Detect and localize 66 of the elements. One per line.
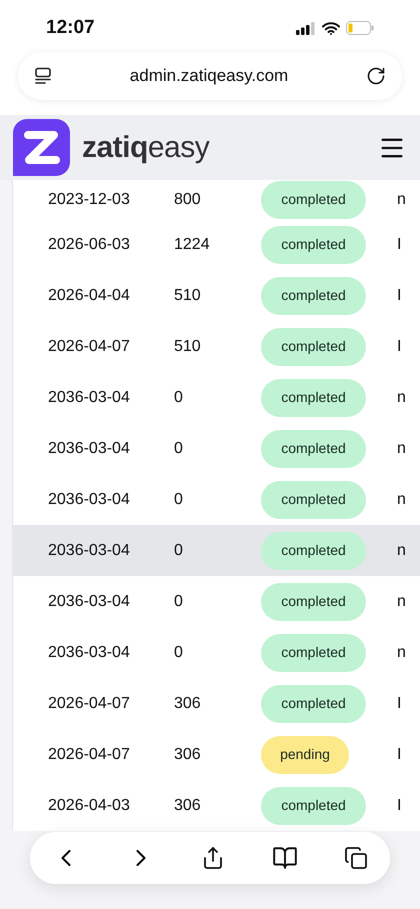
table-cell-text: 306 <box>174 744 202 764</box>
table-cell-text: n <box>397 592 406 612</box>
table-cell-text: 2036-03-04 <box>47 438 131 458</box>
table-cell-text: I <box>397 744 402 764</box>
table-cell-text: n <box>397 540 406 560</box>
table-cell-text: 2026-04-07 <box>47 336 131 356</box>
table-cell-text: 2026-06-03 <box>47 234 131 254</box>
table-cell-text: 0 <box>174 540 184 560</box>
table-cell-text: n <box>397 190 406 210</box>
table-cell-text: n <box>397 490 406 510</box>
table-cell-text: I <box>397 336 402 356</box>
status-badge: completed <box>261 378 366 416</box>
status-badge: completed <box>261 180 366 218</box>
table-cell-text: n <box>397 642 406 662</box>
status-badge: completed <box>261 786 366 824</box>
status-badge: completed <box>261 480 366 518</box>
table-cell-text: 0 <box>174 438 184 458</box>
battery-icon <box>346 21 374 35</box>
table-cell-text: n <box>397 438 406 458</box>
table-cell-text: 2026-04-07 <box>47 694 131 714</box>
table-cell-text: 2036-03-04 <box>47 592 131 612</box>
bookmarks-icon[interactable] <box>272 845 298 871</box>
status-badge: completed <box>261 276 366 314</box>
table-cell-text: 510 <box>174 286 202 306</box>
table-cell-text: I <box>397 234 402 254</box>
table-cell-text: n <box>397 388 406 408</box>
reload-icon[interactable] <box>366 66 386 86</box>
table-cell-text: 306 <box>174 694 202 714</box>
table-cell-text: 2023-12-03 <box>47 190 131 210</box>
table-cell-text: 510 <box>174 336 202 356</box>
table-cell-text: 2026-04-04 <box>47 286 131 306</box>
wifi-icon <box>322 22 340 34</box>
table-cell-text: I <box>397 286 402 306</box>
address-bar[interactable]: admin.zatiqeasy.com <box>18 52 402 100</box>
reader-icon[interactable] <box>34 67 52 85</box>
logo-icon <box>13 119 70 176</box>
status-badge: pending <box>261 736 349 774</box>
status-badge: completed <box>261 684 366 722</box>
table-cell-text: I <box>397 694 402 714</box>
status-badge: completed <box>261 430 366 468</box>
status-badge: completed <box>261 532 366 570</box>
table-cell-text: 2036-03-04 <box>47 540 131 560</box>
table-cell-text: 0 <box>174 490 184 510</box>
table-cell-text: 2026-04-03 <box>47 796 131 816</box>
status-time: 12:07 <box>46 16 95 40</box>
share-icon[interactable] <box>201 846 225 870</box>
table-cell-text: 0 <box>174 388 184 408</box>
tabs-icon[interactable] <box>344 846 368 870</box>
status-badge: completed <box>261 634 366 672</box>
url-text: admin.zatiqeasy.com <box>130 65 288 88</box>
table-cell-text: 2036-03-04 <box>47 642 131 662</box>
table-cell-text: 2036-03-04 <box>47 490 131 510</box>
table-cell-text: 306 <box>174 796 202 816</box>
logo-text: zatiqeasy <box>82 130 210 166</box>
status-badge: completed <box>261 226 366 264</box>
status-badge: completed <box>261 582 366 620</box>
table-cell-text: 2026-04-07 <box>47 744 131 764</box>
table-cell-text: 2036-03-04 <box>47 388 131 408</box>
signal-icon <box>296 22 316 34</box>
table-cell-text: 800 <box>174 190 202 210</box>
table-cell-text: 0 <box>174 642 184 662</box>
status-badge: completed <box>261 328 366 366</box>
table-cell-text: 0 <box>174 592 184 612</box>
table-row[interactable]: 2036-03-04 0 completed n <box>13 525 420 576</box>
table-cell-text: 1224 <box>174 234 211 254</box>
table-cell-text: I <box>397 796 402 816</box>
